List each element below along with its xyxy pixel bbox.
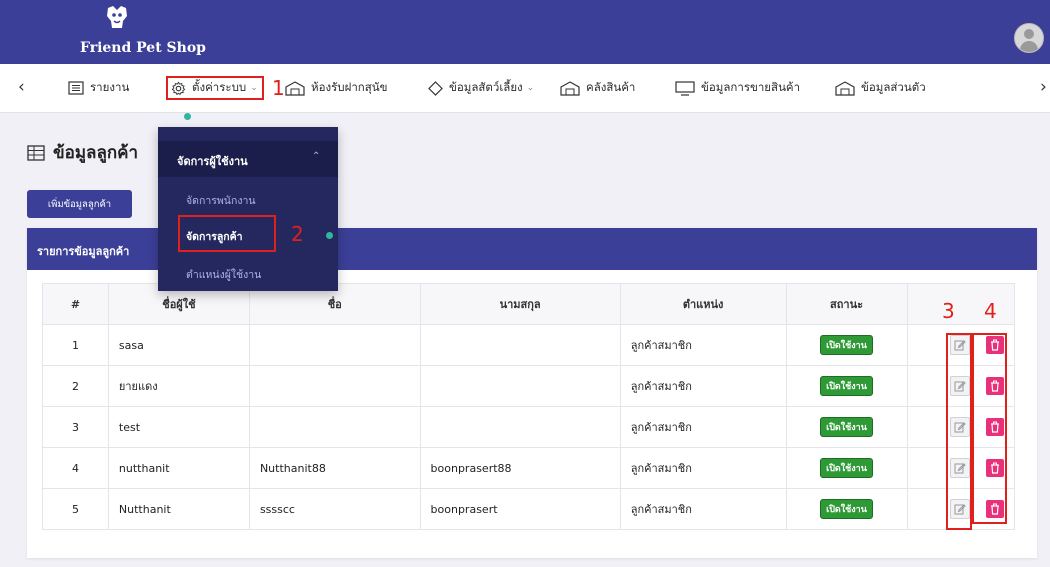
nav-item-sales[interactable]: ข้อมูลการขายสินค้า: [675, 78, 800, 98]
row-last-name: [419, 406, 621, 448]
annotation-number-2: 2: [291, 222, 304, 246]
row-role: ลูกค้าสมาชิก: [619, 447, 787, 489]
row-status-cell: เปิดใช้งาน: [785, 406, 908, 448]
nav-item-report[interactable]: รายงาน: [68, 78, 129, 98]
settings-dropdown: จัดการผู้ใช้งาน ⌃ จัดการพนักงาน จัดการลู…: [158, 127, 338, 291]
nav-item-dog-boarding[interactable]: ห้องรับฝากสุนัข: [285, 78, 387, 98]
row-first-name: sssscc: [248, 488, 421, 530]
row-number: 3: [42, 406, 109, 448]
active-indicator-dot: [326, 232, 333, 239]
row-last-name: boonprasert: [419, 488, 621, 530]
nav-item-label: ข้อมูลส่วนตัว: [861, 80, 926, 94]
row-last-name: boonprasert88: [419, 447, 621, 489]
status-badge: เปิดใช้งาน: [820, 458, 873, 478]
dropdown-item-user-positions[interactable]: ตำแหน่งผู้ใช้งาน: [186, 266, 261, 283]
table-row: 5 Nutthanit sssscc boonprasert ลูกค้าสมา…: [42, 488, 1015, 530]
brand-name: Friend Pet Shop: [80, 40, 206, 56]
row-number: 1: [42, 324, 109, 366]
building-icon: [285, 80, 305, 96]
nav-item-label: ข้อมูลการขายสินค้า: [701, 80, 801, 94]
brand-logo[interactable]: Friend Pet Shop: [80, 4, 230, 62]
annotation-box-manage-customers: [178, 215, 276, 252]
page-title-text: ข้อมูลลูกค้า: [53, 143, 139, 163]
main-nav: ‹ รายงาน ตั้งค่าระบบ ⌄ ห้องรับฝากสุนัข ข…: [0, 64, 1050, 113]
page-title: ข้อมูลลูกค้า: [27, 139, 138, 166]
annotation-number-4: 4: [984, 299, 997, 323]
row-number: 5: [42, 488, 109, 530]
annotation-number-3: 3: [942, 299, 955, 323]
top-bar: Friend Pet Shop: [0, 0, 1050, 64]
row-status-cell: เปิดใช้งาน: [785, 488, 908, 530]
annotation-box-edit-column: [946, 333, 972, 530]
table-row: 4 nutthanit Nutthanit88 boonprasert88 ลู…: [42, 447, 1015, 489]
row-role: ลูกค้าสมาชิก: [619, 365, 787, 407]
card-title: รายการข้อมูลลูกค้า: [37, 245, 130, 258]
row-role: ลูกค้าสมาชิก: [619, 324, 787, 366]
dog-logo-icon: [107, 6, 127, 28]
avatar[interactable]: [1014, 23, 1044, 53]
annotation-box-settings: [166, 76, 264, 100]
building-icon: [560, 80, 580, 96]
row-last-name: [419, 324, 621, 366]
table-row: 3 test ลูกค้าสมาชิก เปิดใช้งาน: [42, 406, 1015, 448]
nav-item-profile[interactable]: ข้อมูลส่วนตัว: [835, 78, 926, 98]
dropdown-group-user-management[interactable]: จัดการผู้ใช้งาน ⌃: [158, 141, 338, 177]
row-status-cell: เปิดใช้งาน: [785, 324, 908, 366]
table-icon: [27, 144, 45, 161]
row-role: ลูกค้าสมาชิก: [619, 488, 787, 530]
active-indicator-dot: [184, 113, 191, 120]
row-number: 4: [42, 447, 109, 489]
nav-item-inventory[interactable]: คลังสินค้า: [560, 78, 635, 98]
nav-scroll-left-icon[interactable]: ‹: [18, 77, 25, 97]
row-number: 2: [42, 365, 109, 407]
customer-table: # ชื่อผู้ใช้ ชื่อ นามสกุล ตำแหน่ง สถานะ …: [42, 283, 1015, 530]
row-username: ยายแดง: [107, 365, 250, 407]
diamond-icon: [428, 80, 443, 96]
building-icon: [835, 80, 855, 96]
row-status-cell: เปิดใช้งาน: [785, 365, 908, 407]
status-badge: เปิดใช้งาน: [820, 417, 873, 437]
monitor-icon: [675, 80, 695, 96]
annotation-number-1: 1: [272, 76, 285, 100]
column-header-actions: [906, 283, 1015, 325]
row-first-name: Nutthanit88: [248, 447, 421, 489]
row-role: ลูกค้าสมาชิก: [619, 406, 787, 448]
dropdown-group-label: จัดการผู้ใช้งาน: [177, 155, 248, 168]
table-row: 1 sasa ลูกค้าสมาชิก เปิดใช้งาน: [42, 324, 1015, 366]
status-badge: เปิดใช้งาน: [820, 335, 873, 355]
nav-item-label: รายงาน: [90, 80, 130, 94]
row-username: sasa: [107, 324, 250, 366]
avatar-body-icon: [1020, 41, 1038, 52]
status-badge: เปิดใช้งาน: [820, 376, 873, 396]
status-badge: เปิดใช้งาน: [820, 499, 873, 519]
row-first-name: [248, 324, 421, 366]
column-header-role[interactable]: ตำแหน่ง: [619, 283, 787, 325]
chevron-up-icon: ⌃: [312, 151, 321, 162]
row-username: Nutthanit: [107, 488, 250, 530]
row-first-name: [248, 406, 421, 448]
column-header-number[interactable]: #: [42, 283, 109, 325]
annotation-box-delete-column: [972, 333, 1007, 524]
chevron-down-icon: ⌄: [526, 83, 535, 93]
dropdown-item-manage-employees[interactable]: จัดการพนักงาน: [186, 192, 256, 209]
row-username: nutthanit: [107, 447, 250, 489]
row-status-cell: เปิดใช้งาน: [785, 447, 908, 489]
nav-scroll-right-icon[interactable]: ›: [1040, 77, 1047, 97]
row-last-name: [419, 365, 621, 407]
row-first-name: [248, 365, 421, 407]
list-icon: [68, 81, 84, 95]
row-username: test: [107, 406, 250, 448]
nav-item-label: คลังสินค้า: [586, 80, 636, 94]
column-header-last-name[interactable]: นามสกุล: [419, 283, 621, 325]
nav-item-label: ข้อมูลสัตว์เลี้ยง: [449, 80, 523, 94]
column-header-status[interactable]: สถานะ: [785, 283, 908, 325]
add-customer-button[interactable]: เพิ่มข้อมูลลูกค้า: [27, 190, 132, 218]
nav-item-label: ห้องรับฝากสุนัข: [311, 80, 388, 94]
table-row: 2 ยายแดง ลูกค้าสมาชิก เปิดใช้งาน: [42, 365, 1015, 407]
avatar-head-icon: [1024, 29, 1034, 39]
nav-item-pet-info[interactable]: ข้อมูลสัตว์เลี้ยง ⌄: [428, 78, 534, 98]
